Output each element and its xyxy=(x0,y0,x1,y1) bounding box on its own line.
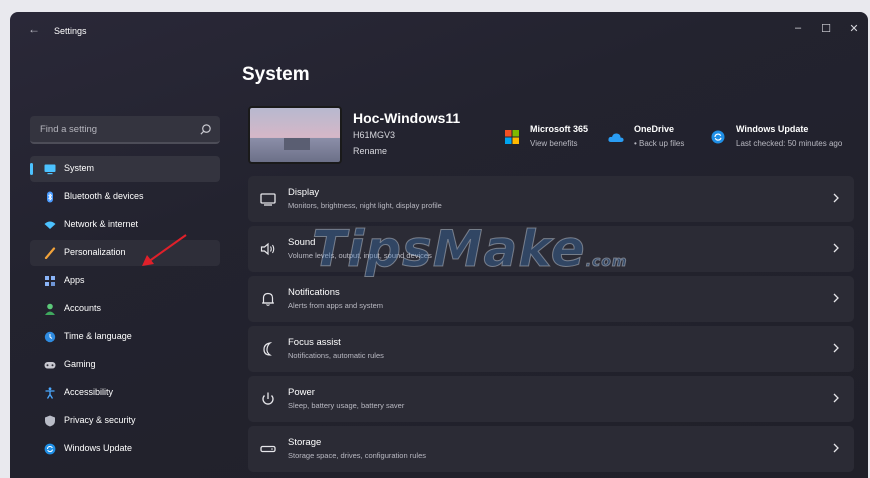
sidebar-item-time-language[interactable]: Time & language xyxy=(30,324,220,350)
card-title: Power xyxy=(288,387,315,398)
minimize-button[interactable]: – xyxy=(788,22,808,34)
chevron-right-icon xyxy=(833,243,839,253)
windows-update-icon xyxy=(44,443,56,455)
moon-icon xyxy=(263,342,273,356)
notifications-card[interactable]: Notifications Alerts from apps and syste… xyxy=(248,276,854,322)
sidebar-item-apps[interactable]: Apps xyxy=(30,268,220,294)
sidebar-item-gaming[interactable]: Gaming xyxy=(30,352,220,378)
app-title: Settings xyxy=(54,26,87,36)
sidebar-item-label: Accessibility xyxy=(64,387,114,397)
selection-indicator xyxy=(30,163,33,175)
search-icon xyxy=(200,124,211,135)
personalization-icon xyxy=(44,247,56,259)
windows-update-icon xyxy=(711,130,725,144)
display-card[interactable]: Display Monitors, brightness, night ligh… xyxy=(248,176,854,222)
card-subtitle: Storage space, drives, configuration rul… xyxy=(288,451,426,460)
power-icon xyxy=(262,392,274,405)
sound-card[interactable]: Sound Volume levels, output, input, soun… xyxy=(248,226,854,272)
rename-link[interactable]: Rename xyxy=(353,146,387,156)
speaker-icon xyxy=(260,242,275,256)
quick-link-title: Microsoft 365 xyxy=(530,124,589,134)
sidebar-item-label: Privacy & security xyxy=(64,415,136,425)
sidebar-item-label: Gaming xyxy=(64,359,96,369)
storage-icon xyxy=(260,445,276,453)
quick-link-subtitle: Last checked: 50 minutes ago xyxy=(736,139,843,148)
focus-assist-card[interactable]: Focus assist Notifications, automatic ru… xyxy=(248,326,854,372)
sidebar-item-bluetooth[interactable]: Bluetooth & devices xyxy=(30,184,220,210)
onedrive-icon xyxy=(608,133,624,142)
chevron-right-icon xyxy=(833,443,839,453)
card-subtitle: Sleep, battery usage, battery saver xyxy=(288,401,405,410)
maximize-button[interactable]: ☐ xyxy=(816,22,836,35)
gaming-icon xyxy=(44,362,56,369)
system-icon xyxy=(44,164,56,175)
sidebar-item-accessibility[interactable]: Accessibility xyxy=(30,380,220,406)
card-title: Notifications xyxy=(288,287,340,298)
sidebar-item-label: Time & language xyxy=(64,331,132,341)
back-arrow-icon[interactable]: ← xyxy=(28,22,40,36)
device-model: H61MGV3 xyxy=(353,130,396,140)
card-subtitle: Volume levels, output, input, sound devi… xyxy=(288,251,432,260)
search-input[interactable]: Find a setting xyxy=(30,116,220,144)
privacy-icon xyxy=(45,415,55,427)
close-button[interactable]: ✕ xyxy=(844,22,864,35)
quick-link-subtitle: View benefits xyxy=(530,139,578,148)
quick-link-title: OneDrive xyxy=(634,124,675,134)
card-title: Focus assist xyxy=(288,337,341,348)
power-card[interactable]: Power Sleep, battery usage, battery save… xyxy=(248,376,854,422)
page-title: System xyxy=(242,64,310,85)
card-title: Storage xyxy=(288,437,322,448)
time-language-icon xyxy=(44,331,56,343)
card-subtitle: Notifications, automatic rules xyxy=(288,351,384,360)
bluetooth-icon xyxy=(47,191,53,203)
annotation-arrow-icon xyxy=(142,234,187,266)
card-subtitle: Alerts from apps and system xyxy=(288,301,384,310)
sidebar-item-accounts[interactable]: Accounts xyxy=(30,296,220,322)
device-wallpaper-thumbnail xyxy=(248,106,342,164)
device-name: Hoc-Windows11 xyxy=(353,110,461,126)
sidebar-item-network[interactable]: Network & internet xyxy=(30,212,220,238)
sidebar-item-label: Windows Update xyxy=(64,443,133,453)
title-bar: ← Settings – ☐ ✕ xyxy=(10,12,868,48)
sidebar-item-label: Bluetooth & devices xyxy=(64,191,144,201)
chevron-right-icon xyxy=(833,293,839,303)
sidebar-item-privacy-security[interactable]: Privacy & security xyxy=(30,408,220,434)
microsoft-365-icon xyxy=(505,130,519,144)
quick-link-title: Windows Update xyxy=(736,124,809,134)
sidebar-item-label: Network & internet xyxy=(64,219,139,229)
monitor-icon xyxy=(260,193,276,206)
settings-window: ← Settings – ☐ ✕ System Find a setting S… xyxy=(10,12,868,478)
chevron-right-icon xyxy=(833,193,839,203)
search-placeholder: Find a setting xyxy=(40,124,98,135)
storage-card[interactable]: Storage Storage space, drives, configura… xyxy=(248,426,854,472)
accessibility-icon xyxy=(45,387,55,399)
sidebar-item-label: System xyxy=(64,163,95,173)
card-subtitle: Monitors, brightness, night light, displ… xyxy=(288,201,442,210)
chevron-right-icon xyxy=(833,393,839,403)
quick-link-subtitle: • Back up files xyxy=(634,139,685,148)
sidebar-item-label: Accounts xyxy=(64,303,102,313)
network-icon xyxy=(44,221,56,229)
wallpaper-building xyxy=(284,138,310,150)
sidebar-item-system[interactable]: System xyxy=(30,156,220,182)
accounts-icon xyxy=(45,303,55,315)
bell-icon xyxy=(262,292,274,306)
card-title: Display xyxy=(288,187,320,198)
sidebar-item-label: Apps xyxy=(64,275,85,285)
apps-icon xyxy=(45,276,55,286)
sidebar-item-windows-update[interactable]: Windows Update xyxy=(30,436,220,462)
sidebar-item-label: Personalization xyxy=(64,247,126,257)
sidebar-item-personalization[interactable]: Personalization xyxy=(30,240,220,266)
card-title: Sound xyxy=(288,237,316,248)
chevron-right-icon xyxy=(833,343,839,353)
